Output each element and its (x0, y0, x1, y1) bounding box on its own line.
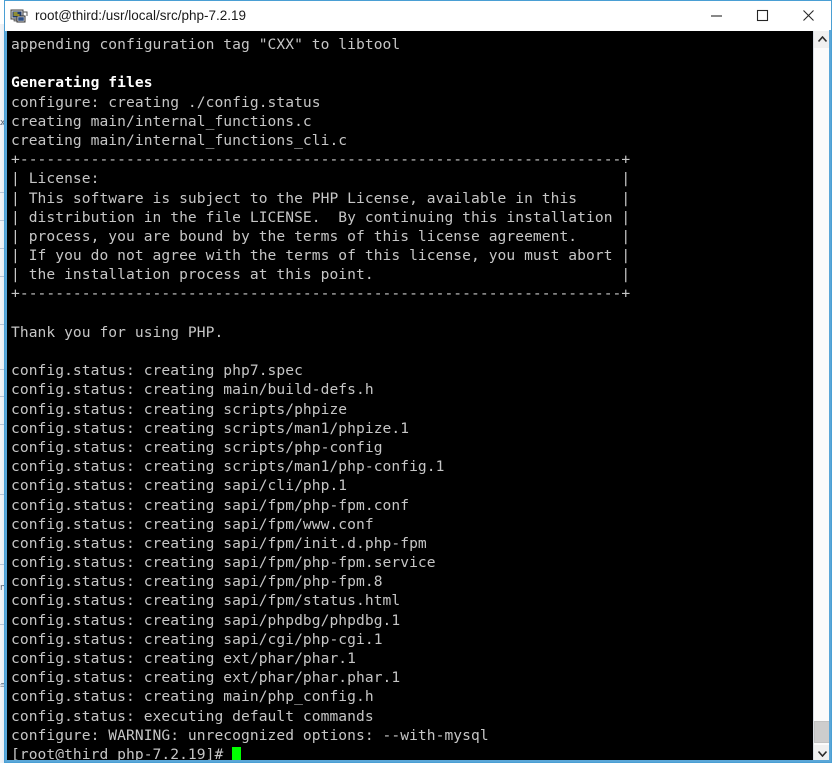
terminal-line: config.status: creating sapi/fpm/php-fpm… (11, 573, 383, 591)
window-bottom-edge (5, 760, 831, 762)
window-right-edge (829, 30, 831, 762)
terminal-line: config.status: creating sapi/fpm/php-fpm… (11, 496, 410, 514)
terminal-line: +---------------------------------------… (11, 285, 631, 303)
terminal-line: | distribution in the file LICENSE. By c… (11, 208, 631, 226)
title-bar[interactable]: root@third:/usr/local/src/php-7.2.19 (5, 1, 831, 31)
terminal-line: config.status: creating sapi/cgi/php-cgi… (11, 630, 383, 648)
putty-window: root@third:/usr/local/src/php-7.2.19 app… (4, 0, 832, 763)
terminal-line: | process, you are bound by the terms of… (11, 227, 631, 245)
minimize-icon (710, 15, 722, 17)
terminal-line: config.status: creating ext/phar/phar.1 (11, 650, 357, 667)
terminal-line: config.status: creating main/php_config.… (11, 688, 374, 706)
terminal-line: Generating files (11, 74, 153, 92)
terminal-line: config.status: creating scripts/phpize (11, 400, 348, 418)
terminal-output: appending configuration tag "CXX" to lib… (11, 35, 813, 762)
terminal-line: appending configuration tag "CXX" to lib… (11, 36, 401, 53)
terminal-line: +---------------------------------------… (11, 151, 631, 169)
terminal-line: creating main/internal_functions_cli.c (11, 131, 348, 149)
minimize-button[interactable] (693, 1, 739, 30)
window-title: root@third:/usr/local/src/php-7.2.19 (35, 8, 247, 23)
chevron-up-icon (818, 36, 827, 43)
close-icon (802, 10, 814, 21)
terminal-line: config.status: executing default command… (11, 707, 374, 725)
terminal-line: | This software is subject to the PHP Li… (11, 189, 631, 207)
terminal-line: config.status: creating main/build-defs.… (11, 381, 374, 399)
terminal-line: | the installation process at this point… (11, 266, 631, 284)
terminal-line: | If you do not agree with the terms of … (11, 247, 631, 265)
maximize-icon (756, 9, 768, 22)
terminal-line: config.status: creating sapi/fpm/php-fpm… (11, 554, 436, 572)
terminal-screen[interactable]: appending configuration tag "CXX" to lib… (7, 31, 813, 762)
terminal-line: config.status: creating sapi/fpm/www.con… (11, 515, 374, 533)
terminal-line: config.status: creating sapi/fpm/init.d.… (11, 534, 427, 552)
terminal-line: config.status: creating ext/phar/phar.ph… (11, 669, 401, 687)
close-button[interactable] (785, 1, 831, 30)
terminal-line: config.status: creating scripts/man1/php… (11, 458, 445, 476)
terminal-line: config.status: creating sapi/cli/php.1 (11, 477, 348, 495)
window-body: appending configuration tag "CXX" to lib… (5, 31, 831, 762)
terminal-line: config.status: creating php7.spec (11, 362, 303, 380)
terminal-line: | License: | (11, 170, 631, 188)
putty-terminal-icon (10, 7, 28, 25)
maximize-button[interactable] (739, 1, 785, 30)
terminal-line: creating main/internal_functions.c (11, 112, 312, 130)
terminal-line: configure: creating ./config.status (11, 93, 321, 111)
terminal-line: config.status: creating sapi/phpdbg/phpd… (11, 611, 401, 629)
chevron-down-icon (818, 750, 827, 757)
terminal-line: config.status: creating sapi/fpm/status.… (11, 592, 401, 610)
terminal-line: Thank you for using PHP. (11, 323, 224, 341)
terminal-line: configure: WARNING: unrecognized options… (11, 726, 489, 744)
terminal-line: config.status: creating scripts/man1/php… (11, 419, 410, 437)
terminal-line: config.status: creating scripts/php-conf… (11, 438, 383, 456)
